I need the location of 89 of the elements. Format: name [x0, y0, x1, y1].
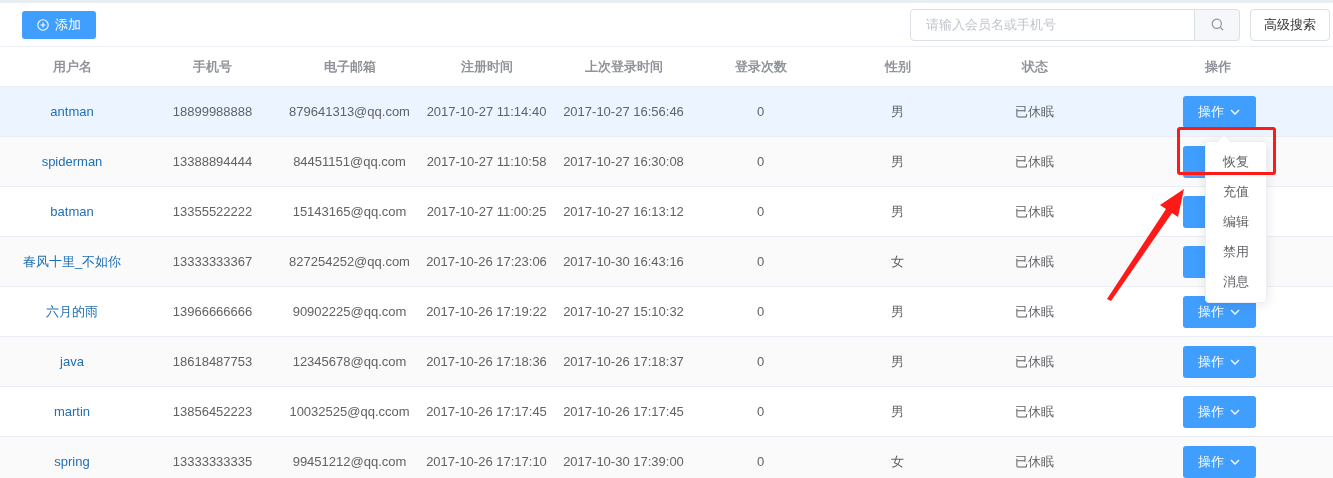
table-cell: 18899988888	[172, 103, 253, 119]
table-cell: 13388894444	[172, 153, 253, 169]
table-cell: 2017-10-30 16:43:16	[563, 253, 684, 269]
table-cell: 2017-10-27 16:13:12	[563, 203, 684, 219]
table-cell: 0	[756, 203, 765, 219]
table-cell: 0	[756, 253, 765, 269]
table-cell: 827254252@qq.com	[289, 253, 410, 269]
table-cell: 男	[891, 103, 904, 119]
advanced-search-button[interactable]: 高级搜索	[1250, 8, 1330, 41]
column-header: 状态	[1021, 58, 1048, 74]
table-cell: 2017-10-27 11:00:25	[426, 203, 547, 219]
table-cell: 男	[891, 203, 904, 219]
column-header: 注册时间	[460, 58, 513, 74]
table-cell: 2017-10-27 11:14:40	[426, 103, 547, 119]
table-cell: 13333333335	[172, 453, 253, 469]
table-cell: 已休眠	[1015, 153, 1054, 169]
table-cell: 0	[756, 453, 765, 469]
table-cell: 2017-10-30 17:39:00	[563, 453, 684, 469]
table-row[interactable]: spring 13333333335 99451212@qq.com 2017-10-26 17:17:10 2017-10-30 17:39:00 0 女 已休眠 操作	[0, 437, 1333, 478]
table-cell: 已休眠	[1015, 403, 1054, 419]
search-field[interactable]: 请输入会员名或手机号	[910, 8, 1195, 41]
table-cell: 13966666666	[172, 303, 253, 319]
plus-circle-icon	[37, 18, 49, 31]
chevron-down-icon	[1230, 108, 1240, 115]
table-cell: 女	[891, 253, 904, 269]
table-row[interactable]: antman 18899988888 879641313@qq.com 2017-10-27 11:14:40 2017-10-27 16:56:46 0 男 已休眠 操作	[0, 87, 1333, 137]
column-header: 电子邮箱	[323, 58, 376, 74]
column-header: 登录次数	[734, 58, 787, 74]
chevron-down-icon	[1230, 308, 1240, 315]
dropdown-item[interactable]: 禁用	[1206, 237, 1266, 267]
table-row[interactable]: java 18618487753 12345678@qq.com 2017-10-26 17:18:36 2017-10-26 17:18:37 0 男 已休眠 操作	[0, 337, 1333, 387]
table-cell: 2017-10-26 17:17:45	[426, 403, 547, 419]
column-header: 操作	[1205, 58, 1231, 74]
table-cell: 2017-10-26 17:23:06	[426, 253, 547, 269]
table-cell: 2017-10-27 11:10:58	[426, 153, 547, 169]
username-link[interactable]: java	[60, 353, 84, 369]
username-link[interactable]: batman	[50, 203, 94, 219]
table-cell: 男	[891, 403, 904, 419]
table-cell: 2017-10-27 16:56:46	[563, 103, 684, 119]
table-cell: 2017-10-26 17:17:45	[563, 403, 684, 419]
chevron-down-icon	[1230, 358, 1240, 365]
table-cell: 13333333367	[172, 253, 253, 269]
table-cell: 0	[756, 353, 765, 369]
table-cell: 0	[756, 403, 765, 419]
chevron-down-icon	[1230, 408, 1240, 415]
table-cell: 12345678@qq.com	[292, 353, 407, 369]
table-cell: 男	[891, 153, 904, 169]
table-cell: 女	[891, 453, 904, 469]
table-cell: 男	[891, 353, 904, 369]
search-button[interactable]	[1195, 8, 1240, 41]
table-cell: 已休眠	[1015, 103, 1054, 119]
column-header: 用户名	[52, 58, 92, 74]
table-cell: 18618487753	[172, 353, 253, 369]
table-cell: 0	[756, 153, 765, 169]
username-link[interactable]: 春风十里_不如你	[22, 253, 122, 269]
table-cell: 2017-10-26 17:19:22	[426, 303, 547, 319]
table-cell: 0	[756, 303, 765, 319]
table-cell: 2017-10-27 16:30:08	[563, 153, 684, 169]
table-cell: 879641313@qq.com	[289, 103, 410, 119]
table-cell: 99451212@qq.com	[292, 453, 407, 469]
table-cell: 已休眠	[1015, 353, 1054, 369]
column-header: 上次登录时间	[584, 58, 663, 74]
table-cell: 84451151@qq.com	[293, 153, 406, 169]
table-cell: 13355522222	[172, 203, 253, 219]
column-header: 手机号	[193, 58, 232, 74]
table-cell: 2017-10-27 15:10:32	[563, 303, 684, 319]
table-cell: 0	[756, 103, 765, 119]
dropdown-item[interactable]: 编辑	[1206, 207, 1266, 237]
table-cell: 2017-10-26 17:17:10	[426, 453, 547, 469]
table-cell: 13856452223	[172, 403, 253, 419]
table-cell: 已休眠	[1015, 203, 1054, 219]
username-link[interactable]: antman	[50, 103, 94, 119]
table-cell: 2017-10-26 17:18:36	[426, 353, 547, 369]
username-link[interactable]: spring	[54, 453, 90, 469]
table-cell: 2017-10-26 17:18:37	[563, 353, 684, 369]
chevron-down-icon	[1230, 458, 1240, 465]
dropdown-item[interactable]: 恢复	[1206, 147, 1266, 177]
table-cell: 已休眠	[1015, 253, 1054, 269]
table-cell: 15143165@qq.com	[292, 203, 407, 219]
column-header: 性别	[884, 58, 911, 74]
table-cell: 已休眠	[1015, 303, 1054, 319]
table-cell: 90902225@qq.com	[292, 303, 407, 319]
table-cell: 已休眠	[1015, 453, 1054, 469]
username-link[interactable]: spiderman	[41, 153, 103, 169]
table-cell: 10032525@qq.ccom	[289, 403, 410, 419]
search-icon	[1210, 18, 1224, 31]
username-link[interactable]: 六月的雨	[46, 303, 98, 319]
table-cell: 男	[891, 303, 904, 319]
username-link[interactable]: martin	[53, 403, 91, 419]
